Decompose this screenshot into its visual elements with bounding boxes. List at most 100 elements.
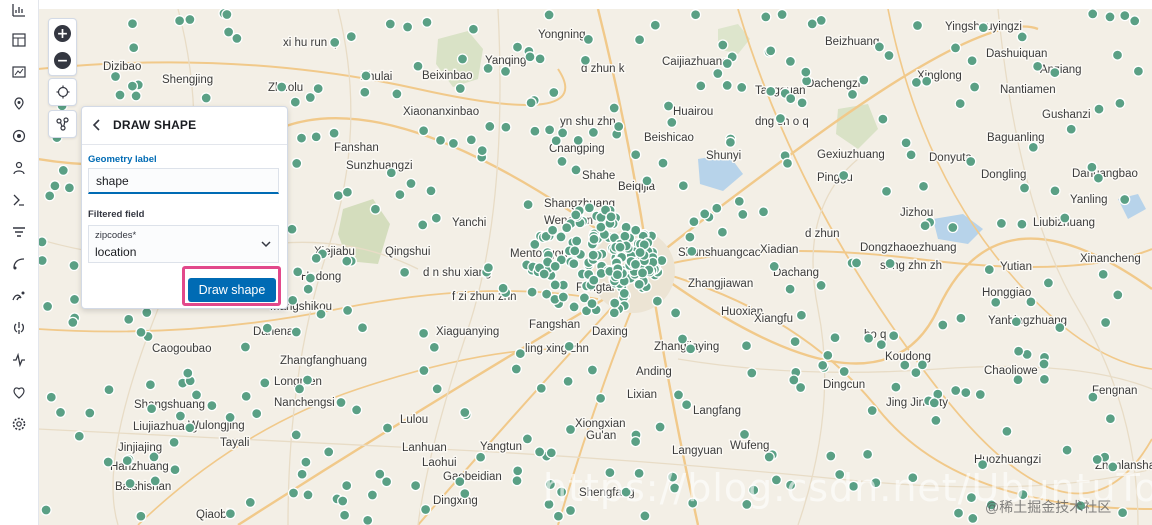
location-point[interactable] bbox=[967, 512, 979, 525]
location-point[interactable] bbox=[785, 92, 797, 105]
location-point[interactable] bbox=[911, 19, 924, 32]
location-point[interactable] bbox=[465, 134, 477, 146]
location-point[interactable] bbox=[251, 407, 263, 420]
location-point[interactable] bbox=[1093, 103, 1105, 115]
location-point[interactable] bbox=[109, 70, 122, 83]
location-point[interactable] bbox=[356, 322, 369, 334]
location-point[interactable] bbox=[1061, 444, 1073, 456]
location-point[interactable] bbox=[341, 186, 354, 198]
location-point[interactable] bbox=[1111, 49, 1124, 61]
location-point[interactable] bbox=[960, 386, 972, 399]
location-point[interactable] bbox=[549, 279, 561, 291]
location-point[interactable] bbox=[608, 102, 620, 114]
location-point[interactable] bbox=[552, 510, 565, 522]
location-point[interactable] bbox=[862, 332, 875, 344]
location-point[interactable] bbox=[454, 475, 466, 488]
location-point[interactable] bbox=[1012, 374, 1024, 386]
location-point[interactable] bbox=[341, 479, 353, 492]
location-point[interactable] bbox=[412, 60, 424, 72]
location-point[interactable] bbox=[173, 15, 186, 27]
maps-icon[interactable] bbox=[9, 94, 29, 114]
location-point[interactable] bbox=[684, 231, 696, 243]
location-point[interactable] bbox=[102, 456, 114, 468]
location-point[interactable] bbox=[1042, 277, 1055, 289]
location-point[interactable] bbox=[619, 230, 631, 242]
location-point[interactable] bbox=[380, 476, 393, 488]
location-point[interactable] bbox=[290, 326, 302, 338]
location-point[interactable] bbox=[1091, 453, 1103, 466]
location-point[interactable] bbox=[917, 180, 930, 192]
location-point[interactable] bbox=[561, 222, 573, 234]
location-point[interactable] bbox=[1092, 172, 1105, 184]
location-point[interactable] bbox=[38, 254, 48, 267]
location-point[interactable] bbox=[930, 414, 942, 427]
location-point[interactable] bbox=[240, 390, 252, 402]
location-point[interactable] bbox=[54, 406, 67, 419]
location-point[interactable] bbox=[499, 65, 512, 78]
location-point[interactable] bbox=[511, 475, 523, 487]
location-point[interactable] bbox=[287, 294, 299, 306]
location-point[interactable] bbox=[875, 338, 887, 351]
location-point[interactable] bbox=[239, 341, 252, 353]
siem-icon[interactable] bbox=[9, 254, 29, 274]
location-point[interactable] bbox=[760, 11, 772, 23]
graph-icon[interactable] bbox=[9, 158, 29, 178]
location-point[interactable] bbox=[1018, 182, 1031, 194]
location-point[interactable] bbox=[1031, 60, 1044, 72]
location-point[interactable] bbox=[768, 260, 780, 273]
location-point[interactable] bbox=[1038, 373, 1051, 385]
location-point[interactable] bbox=[815, 279, 827, 292]
location-point[interactable] bbox=[890, 381, 902, 393]
location-point[interactable] bbox=[587, 249, 599, 261]
location-point[interactable] bbox=[1086, 161, 1098, 173]
location-point[interactable] bbox=[1027, 141, 1039, 153]
location-point[interactable] bbox=[289, 96, 301, 108]
location-point[interactable] bbox=[190, 389, 203, 401]
location-point[interactable] bbox=[67, 316, 79, 329]
location-point[interactable] bbox=[594, 392, 607, 404]
location-point[interactable] bbox=[184, 422, 196, 434]
location-point[interactable] bbox=[459, 487, 471, 500]
location-point[interactable] bbox=[563, 340, 575, 352]
location-point[interactable] bbox=[954, 97, 966, 110]
location-point[interactable] bbox=[447, 137, 460, 150]
location-point[interactable] bbox=[737, 208, 749, 221]
location-point[interactable] bbox=[261, 322, 273, 334]
location-point[interactable] bbox=[662, 100, 675, 112]
location-point[interactable] bbox=[57, 164, 69, 177]
location-point[interactable] bbox=[587, 126, 600, 139]
location-point[interactable] bbox=[1132, 65, 1145, 77]
location-point[interactable] bbox=[1054, 321, 1066, 334]
location-point[interactable] bbox=[883, 49, 895, 62]
location-point[interactable] bbox=[582, 33, 595, 46]
location-point[interactable] bbox=[385, 167, 397, 179]
location-point[interactable] bbox=[817, 359, 829, 371]
location-point[interactable] bbox=[49, 180, 61, 192]
location-point[interactable] bbox=[168, 436, 180, 448]
location-point[interactable] bbox=[983, 263, 995, 276]
location-point[interactable] bbox=[425, 185, 437, 197]
location-point[interactable] bbox=[454, 82, 466, 95]
location-point[interactable] bbox=[459, 406, 471, 419]
management-gear-icon[interactable] bbox=[9, 414, 29, 434]
location-point[interactable] bbox=[467, 23, 480, 35]
location-point[interactable] bbox=[360, 70, 372, 82]
location-point[interactable] bbox=[955, 312, 967, 324]
location-point[interactable] bbox=[428, 341, 440, 353]
location-point[interactable] bbox=[302, 283, 314, 295]
location-point[interactable] bbox=[672, 389, 685, 401]
location-point[interactable] bbox=[1049, 66, 1061, 79]
geometry-label-input[interactable] bbox=[88, 168, 279, 194]
location-point[interactable] bbox=[345, 30, 357, 43]
chart-icon[interactable] bbox=[9, 0, 29, 20]
location-point[interactable] bbox=[884, 257, 896, 270]
location-point[interactable] bbox=[529, 125, 541, 137]
location-point[interactable] bbox=[1099, 316, 1112, 329]
location-point[interactable] bbox=[135, 326, 147, 338]
location-point[interactable] bbox=[323, 446, 335, 458]
location-point[interactable] bbox=[950, 384, 962, 397]
location-point[interactable] bbox=[899, 359, 911, 371]
location-point[interactable] bbox=[182, 367, 194, 379]
location-point[interactable] bbox=[1087, 9, 1099, 20]
location-point[interactable] bbox=[431, 383, 443, 395]
